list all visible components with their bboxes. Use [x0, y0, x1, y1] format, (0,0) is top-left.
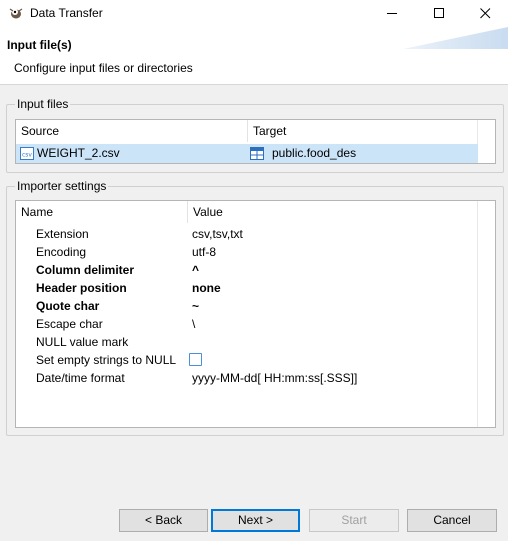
back-button[interactable]: < Back	[119, 509, 208, 532]
title-bar: Data Transfer	[0, 0, 508, 27]
close-button[interactable]	[462, 0, 508, 27]
window-title: Data Transfer	[30, 6, 103, 20]
setting-value[interactable]: csv,tsv,txt	[192, 227, 243, 241]
setting-name: Set empty strings to NULL	[36, 353, 177, 367]
settings-row[interactable]: Encoding utf-8	[16, 243, 478, 261]
setting-name: Escape char	[36, 317, 103, 331]
maximize-icon	[433, 8, 444, 18]
minimize-icon	[386, 13, 397, 14]
svg-text:csv: csv	[22, 152, 32, 159]
header-banner-decoration	[403, 27, 508, 49]
settings-row[interactable]: Set empty strings to NULL	[16, 351, 478, 369]
settings-row[interactable]: Extension csv,tsv,txt	[16, 225, 478, 243]
dbeaver-app-icon	[9, 8, 23, 19]
settings-row[interactable]: NULL value mark	[16, 333, 478, 351]
column-header-value[interactable]: Value	[188, 201, 478, 223]
setting-value[interactable]: ^	[192, 263, 199, 277]
input-files-group-label: Input files	[15, 97, 71, 111]
setting-value[interactable]: ~	[192, 299, 199, 313]
setting-name: NULL value mark	[36, 335, 129, 349]
wizard-header: Input file(s) Configure input files or d…	[0, 27, 508, 85]
settings-row[interactable]: Quote char ~	[16, 297, 478, 315]
importer-settings-table[interactable]: Name Value Extension csv,tsv,txt Encoding u…	[15, 200, 496, 428]
column-header-target[interactable]: Target	[248, 120, 478, 142]
setting-name: Column delimiter	[36, 263, 135, 277]
input-files-table[interactable]: Source Target csv WEIGHT_2.csv public.fo…	[15, 119, 496, 164]
settings-row[interactable]: Header position none	[16, 279, 478, 297]
setting-value[interactable]: utf-8	[192, 245, 216, 259]
column-header-source[interactable]: Source	[16, 120, 248, 142]
table-icon	[250, 147, 264, 160]
setting-name: Header position	[36, 281, 127, 295]
setting-name: Encoding	[36, 245, 87, 259]
next-button[interactable]: Next >	[211, 509, 300, 532]
setting-value[interactable]: \	[192, 317, 195, 331]
close-icon	[479, 8, 490, 19]
table-row[interactable]: csv WEIGHT_2.csv public.food_des	[16, 144, 478, 163]
page-title: Input file(s)	[7, 38, 72, 52]
minimize-button[interactable]	[369, 0, 415, 27]
input-files-scrollbar[interactable]	[477, 120, 495, 163]
setting-name: Date/time format	[36, 371, 125, 385]
importer-settings-group-label: Importer settings	[15, 179, 109, 193]
setting-name: Extension	[36, 227, 89, 241]
settings-row[interactable]: Column delimiter ^	[16, 261, 478, 279]
cancel-button[interactable]: Cancel	[407, 509, 497, 532]
column-header-name[interactable]: Name	[16, 201, 188, 223]
source-file-name: WEIGHT_2.csv	[37, 146, 120, 160]
page-description: Configure input files or directories	[14, 61, 193, 75]
csv-file-icon: csv	[20, 147, 34, 160]
settings-row[interactable]: Date/time format yyyy-MM-dd[ HH:mm:ss[.SS…	[16, 369, 478, 387]
settings-row[interactable]: Escape char \	[16, 315, 478, 333]
maximize-button[interactable]	[416, 0, 462, 27]
empty-strings-null-checkbox[interactable]	[189, 353, 202, 366]
importer-settings-scrollbar[interactable]	[477, 201, 495, 427]
setting-value[interactable]: none	[192, 281, 221, 295]
setting-value[interactable]: yyyy-MM-dd[ HH:mm:ss[.SSS]]	[192, 371, 357, 385]
start-button: Start	[309, 509, 399, 532]
setting-name: Quote char	[36, 299, 100, 313]
target-table-name: public.food_des	[272, 146, 357, 160]
